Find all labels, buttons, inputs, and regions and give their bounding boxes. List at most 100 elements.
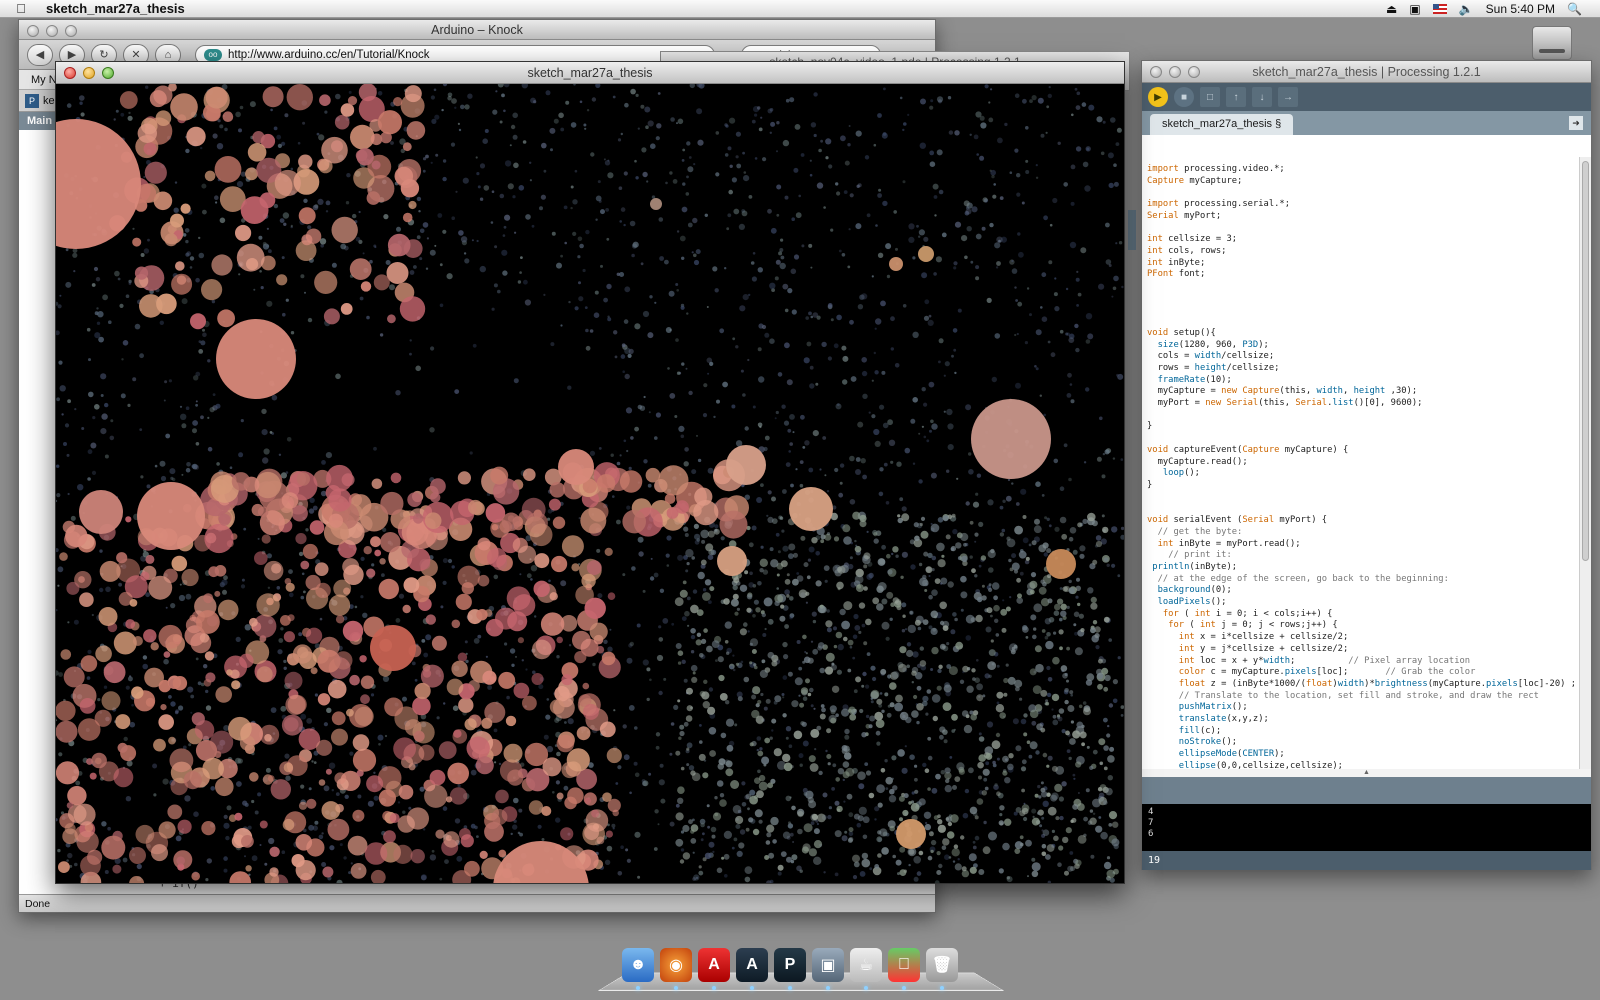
particle [798, 666, 803, 671]
particle [254, 810, 259, 815]
console-output[interactable]: 4 7 6 [1142, 804, 1591, 851]
particle [869, 867, 873, 871]
finder-icon[interactable]: ☻ [622, 948, 654, 990]
particle [517, 545, 537, 564]
particle [727, 146, 732, 151]
minimize-button[interactable] [83, 67, 95, 79]
particle [630, 88, 636, 95]
menubar-app-name[interactable]: sketch_mar27a_thesis [46, 1, 185, 16]
particle [985, 626, 992, 633]
particle [724, 874, 728, 878]
minimize-button[interactable] [1169, 66, 1181, 78]
particle [776, 213, 780, 217]
scrollbar-thumb[interactable] [1582, 161, 1589, 561]
particle [201, 279, 223, 301]
trash-icon[interactable]: 🗑 [926, 948, 958, 990]
back-icon[interactable]: ◀ [27, 43, 53, 66]
particle [842, 771, 850, 779]
particle [477, 634, 482, 639]
particle [344, 794, 349, 799]
pde-titlebar[interactable]: sketch_mar27a_thesis | Processing 1.2.1 [1142, 61, 1591, 83]
zoom-button[interactable] [1188, 66, 1200, 78]
tab-menu-arrow-icon[interactable]: ➜ [1569, 116, 1583, 130]
close-button[interactable] [27, 25, 39, 37]
particle [861, 732, 867, 738]
processing-icon[interactable]: P [774, 948, 806, 990]
particle [1108, 264, 1112, 267]
particle [757, 750, 764, 757]
acrobat-icon[interactable]: A [698, 948, 730, 990]
input-flag-icon[interactable] [1432, 3, 1447, 14]
browser-tab[interactable]: ke [43, 95, 55, 107]
minimize-button[interactable] [46, 25, 58, 37]
particle [528, 800, 544, 815]
particle [277, 649, 283, 655]
particle [843, 745, 850, 752]
page-nav-main[interactable]: Main [27, 115, 52, 127]
particle [1060, 603, 1067, 610]
export-icon[interactable]: → [1278, 87, 1298, 107]
particle [886, 553, 891, 559]
zoom-button[interactable] [102, 67, 114, 79]
sketch-canvas[interactable] [56, 84, 1124, 883]
arduino-icon[interactable]: A [736, 948, 768, 990]
particle [798, 694, 801, 697]
particle [898, 663, 907, 673]
particle [707, 530, 715, 538]
particle [1106, 869, 1116, 879]
editor-scrollbar[interactable] [1579, 157, 1591, 769]
coffee-icon[interactable]: ☕ [850, 948, 882, 990]
particle [285, 298, 289, 302]
tab-sketch[interactable]: sketch_mar27a_thesis § [1150, 114, 1294, 135]
volume-icon[interactable]: 🔈 [1459, 2, 1474, 16]
particle [782, 831, 791, 839]
particle [224, 127, 228, 132]
particle [1083, 816, 1088, 822]
particle [696, 108, 703, 115]
display-icon[interactable]: ▣ [1409, 2, 1420, 16]
firefox-icon[interactable]: ◉ [660, 948, 692, 990]
new-file-icon[interactable]: □ [1200, 87, 1220, 107]
close-button[interactable] [1150, 66, 1162, 78]
stop-button-icon[interactable]: ■ [1174, 87, 1194, 107]
preview-icon[interactable]: ▣ [812, 948, 844, 990]
particle [352, 809, 365, 822]
particle [676, 122, 678, 125]
particle [335, 93, 341, 100]
run-button-icon[interactable]: ▶ [1148, 87, 1168, 107]
browser-titlebar[interactable]: Arduino – Knock [19, 20, 935, 40]
particle [1111, 295, 1114, 298]
particle [1046, 665, 1051, 671]
hard-drive-icon[interactable] [1532, 26, 1572, 60]
particle [767, 782, 774, 789]
particle [370, 693, 375, 697]
pane-divider[interactable]: ▲ [1142, 769, 1591, 777]
particle [113, 767, 134, 788]
bookmark-item[interactable]: My N [31, 74, 57, 86]
particle [874, 370, 879, 375]
apple-icon[interactable]:  [888, 948, 920, 990]
code-editor[interactable]: import processing.video.*; Capture myCap… [1142, 157, 1579, 769]
particle [820, 139, 823, 143]
particle [1103, 616, 1110, 623]
particle [916, 685, 922, 691]
save-file-icon[interactable]: ↓ [1252, 87, 1272, 107]
large-particle [789, 487, 833, 531]
close-button[interactable] [64, 67, 76, 79]
particle [969, 555, 973, 559]
eject-icon[interactable]: ⏏ [1386, 2, 1397, 16]
particle [853, 689, 858, 694]
particle [954, 371, 957, 375]
particle [262, 241, 267, 246]
particle [107, 826, 111, 831]
particle [683, 526, 689, 532]
zoom-button[interactable] [65, 25, 77, 37]
particle [662, 618, 669, 624]
sketch-titlebar[interactable]: sketch_mar27a_thesis [56, 62, 1124, 84]
menubar-clock[interactable]: Sun 5:40 PM [1486, 2, 1555, 16]
spotlight-icon[interactable]: 🔍 [1567, 2, 1582, 16]
particle [198, 252, 205, 259]
apple-menu-icon[interactable]:  [10, 1, 32, 16]
open-file-icon[interactable]: ↑ [1226, 87, 1246, 107]
particle [623, 223, 626, 227]
